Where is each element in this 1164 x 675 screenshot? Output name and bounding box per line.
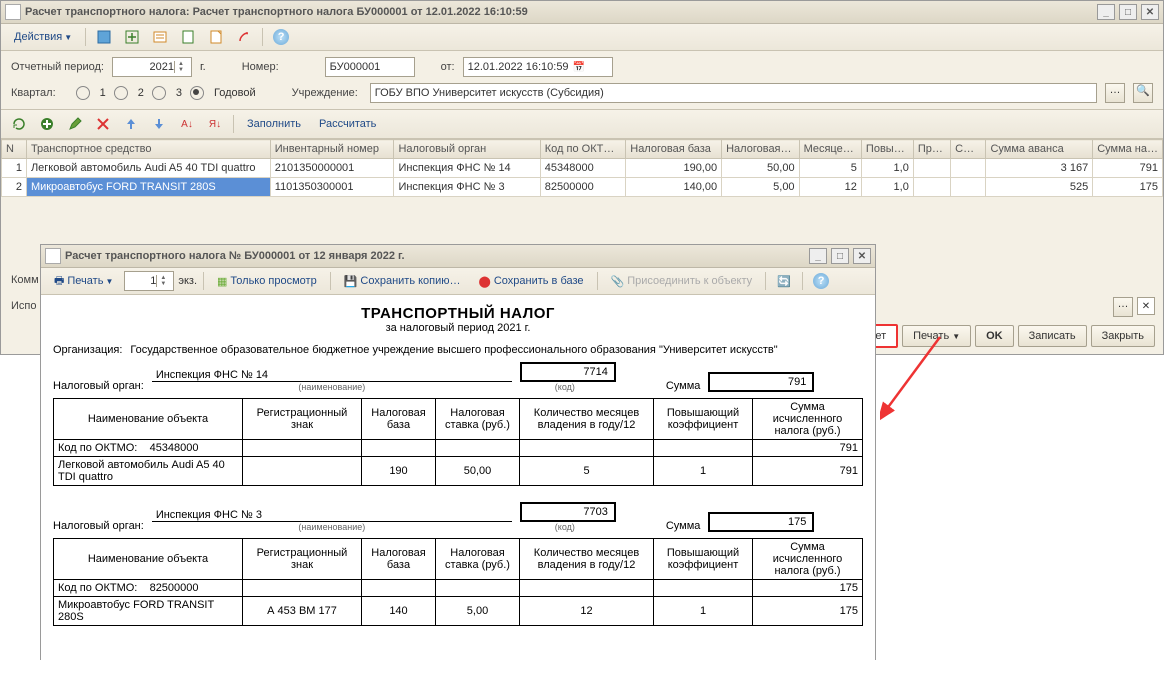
col-total[interactable]: Сумма на…	[1093, 140, 1163, 159]
grid-refresh-icon[interactable]	[7, 114, 31, 134]
grid-delete-icon[interactable]	[91, 114, 115, 134]
actions-menu[interactable]: Действия ▼	[7, 27, 79, 47]
copies-input[interactable]: 1▲▼	[124, 271, 174, 291]
org-lookup-button[interactable]: …	[1105, 83, 1125, 103]
col-taxorg[interactable]: Налоговый орган	[394, 140, 540, 159]
col-advance[interactable]: Сумма аванса	[986, 140, 1093, 159]
report-toolbar: 🖶 Печать ▼ 1▲▼ экз. ▦ Только просмотр 💾 …	[41, 268, 875, 295]
minimize-button[interactable]: _	[809, 248, 827, 264]
col-months[interactable]: Месяце…	[799, 140, 861, 159]
tb-icon-1[interactable]	[92, 27, 116, 47]
grid-toolbar: А↓ Я↓ Заполнить Рассчитать	[1, 109, 1163, 139]
doc-icon	[45, 248, 61, 264]
tb-refresh-icon[interactable]: 🔄	[772, 271, 796, 291]
org-label: Учреждение:	[292, 87, 358, 99]
attach-button[interactable]: 📎 Присоединить к объекту	[604, 271, 760, 291]
report-body: ТРАНСПОРТНЫЙ НАЛОГ за налоговый период 2…	[41, 295, 875, 675]
quarter-year-radio[interactable]	[190, 86, 204, 100]
isp-lookup-button[interactable]: …	[1113, 297, 1133, 317]
col-c[interactable]: С…	[951, 140, 986, 159]
org-label: Организация:	[53, 344, 122, 356]
from-label: от:	[441, 61, 455, 73]
q2-label: 2	[138, 87, 144, 99]
main-titlebar: Расчет транспортного налога: Расчет тран…	[1, 1, 1163, 24]
grid-sort-desc-icon[interactable]: Я↓	[203, 114, 227, 134]
org-value: Государственное образовательное бюджетно…	[130, 344, 863, 356]
doc-icon	[5, 4, 21, 20]
isp-label: Испо	[11, 300, 36, 312]
col-base[interactable]: Налоговая база	[626, 140, 722, 159]
close-button[interactable]: ✕	[853, 248, 871, 264]
save-copy-button[interactable]: 💾 Сохранить копию…	[337, 271, 468, 291]
year-input[interactable]: 2021▲▼	[112, 57, 192, 77]
close-window-button[interactable]: Закрыть	[1091, 325, 1155, 347]
grid-row[interactable]: 2Микроавтобус FORD TRANSIT 280S110135030…	[2, 178, 1163, 197]
tb-icon-4[interactable]	[176, 27, 200, 47]
col-coef[interactable]: Повы…	[861, 140, 913, 159]
close-button[interactable]: ✕	[1141, 4, 1159, 20]
q3-label: 3	[176, 87, 182, 99]
col-inv[interactable]: Инвентарный номер	[270, 140, 394, 159]
report-subtitle: за налоговый период 2021 г.	[53, 322, 863, 334]
komm-label: Комм	[11, 274, 39, 286]
report-window: Расчет транспортного налога № БУ000001 о…	[40, 244, 876, 660]
report-title: Расчет транспортного налога № БУ000001 о…	[65, 250, 405, 262]
quarter-3-radio[interactable]	[152, 86, 166, 100]
calculate-button[interactable]: Рассчитать	[312, 114, 383, 134]
number-label: Номер:	[242, 61, 279, 73]
col-okt[interactable]: Код по ОКТ…	[540, 140, 625, 159]
save-button[interactable]: Записать	[1018, 325, 1087, 347]
copies-label: экз.	[178, 275, 197, 287]
isp-clear-button[interactable]: ✕	[1137, 297, 1155, 315]
grid-edit-icon[interactable]	[63, 114, 87, 134]
grid-sort-asc-icon[interactable]: А↓	[175, 114, 199, 134]
org-search-button[interactable]: 🔍	[1133, 83, 1153, 103]
tb-icon-2[interactable]	[120, 27, 144, 47]
grid-up-icon[interactable]	[119, 114, 143, 134]
footer-buttons: Расчет Печать ▼ OK Записать Закрыть	[839, 324, 1155, 348]
print-button[interactable]: Печать ▼	[902, 325, 971, 347]
org-input[interactable]: ГОБУ ВПО Университет искусств (Субсидия)	[370, 83, 1097, 103]
report-heading: ТРАНСПОРТНЫЙ НАЛОГ	[53, 305, 863, 322]
grid-row[interactable]: 1Легковой автомобиль Audi A5 40 TDI quat…	[2, 159, 1163, 178]
grid-add-icon[interactable]	[35, 114, 59, 134]
maximize-button[interactable]: □	[1119, 4, 1137, 20]
tb-icon-5[interactable]	[204, 27, 228, 47]
main-grid: N Транспортное средство Инвентарный номе…	[1, 139, 1163, 197]
qy-label: Годовой	[214, 87, 256, 99]
print-menu[interactable]: 🖶 Печать ▼	[47, 271, 120, 291]
year-suffix: г.	[200, 61, 206, 73]
date-input[interactable]: 12.01.2022 16:10:59📅	[463, 57, 613, 77]
tb-icon-3[interactable]	[148, 27, 172, 47]
number-input[interactable]: БУ000001	[325, 57, 415, 77]
q1-label: 1	[100, 87, 106, 99]
preview-button[interactable]: ▦ Только просмотр	[210, 271, 324, 291]
grid-down-icon[interactable]	[147, 114, 171, 134]
main-form: Отчетный период: 2021▲▼ г. Номер: БУ0000…	[1, 51, 1163, 109]
help-button[interactable]: ?	[269, 27, 293, 47]
help-button[interactable]: ?	[809, 271, 833, 291]
main-toolbar: Действия ▼ ?	[1, 24, 1163, 51]
tb-icon-6[interactable]	[232, 27, 256, 47]
col-rate[interactable]: Налоговая…	[722, 140, 799, 159]
fill-button[interactable]: Заполнить	[240, 114, 308, 134]
minimize-button[interactable]: _	[1097, 4, 1115, 20]
ok-button[interactable]: OK	[975, 325, 1014, 347]
period-label: Отчетный период:	[11, 61, 104, 73]
quarter-1-radio[interactable]	[76, 86, 90, 100]
col-pr[interactable]: Пр…	[913, 140, 950, 159]
col-n[interactable]: N	[2, 140, 27, 159]
quarter-2-radio[interactable]	[114, 86, 128, 100]
save-db-button[interactable]: ⬤ Сохранить в базе	[472, 271, 591, 291]
col-veh[interactable]: Транспортное средство	[26, 140, 270, 159]
quarter-label: Квартал:	[11, 87, 56, 99]
main-title: Расчет транспортного налога: Расчет тран…	[25, 6, 528, 18]
report-titlebar: Расчет транспортного налога № БУ000001 о…	[41, 245, 875, 268]
maximize-button[interactable]: □	[831, 248, 849, 264]
